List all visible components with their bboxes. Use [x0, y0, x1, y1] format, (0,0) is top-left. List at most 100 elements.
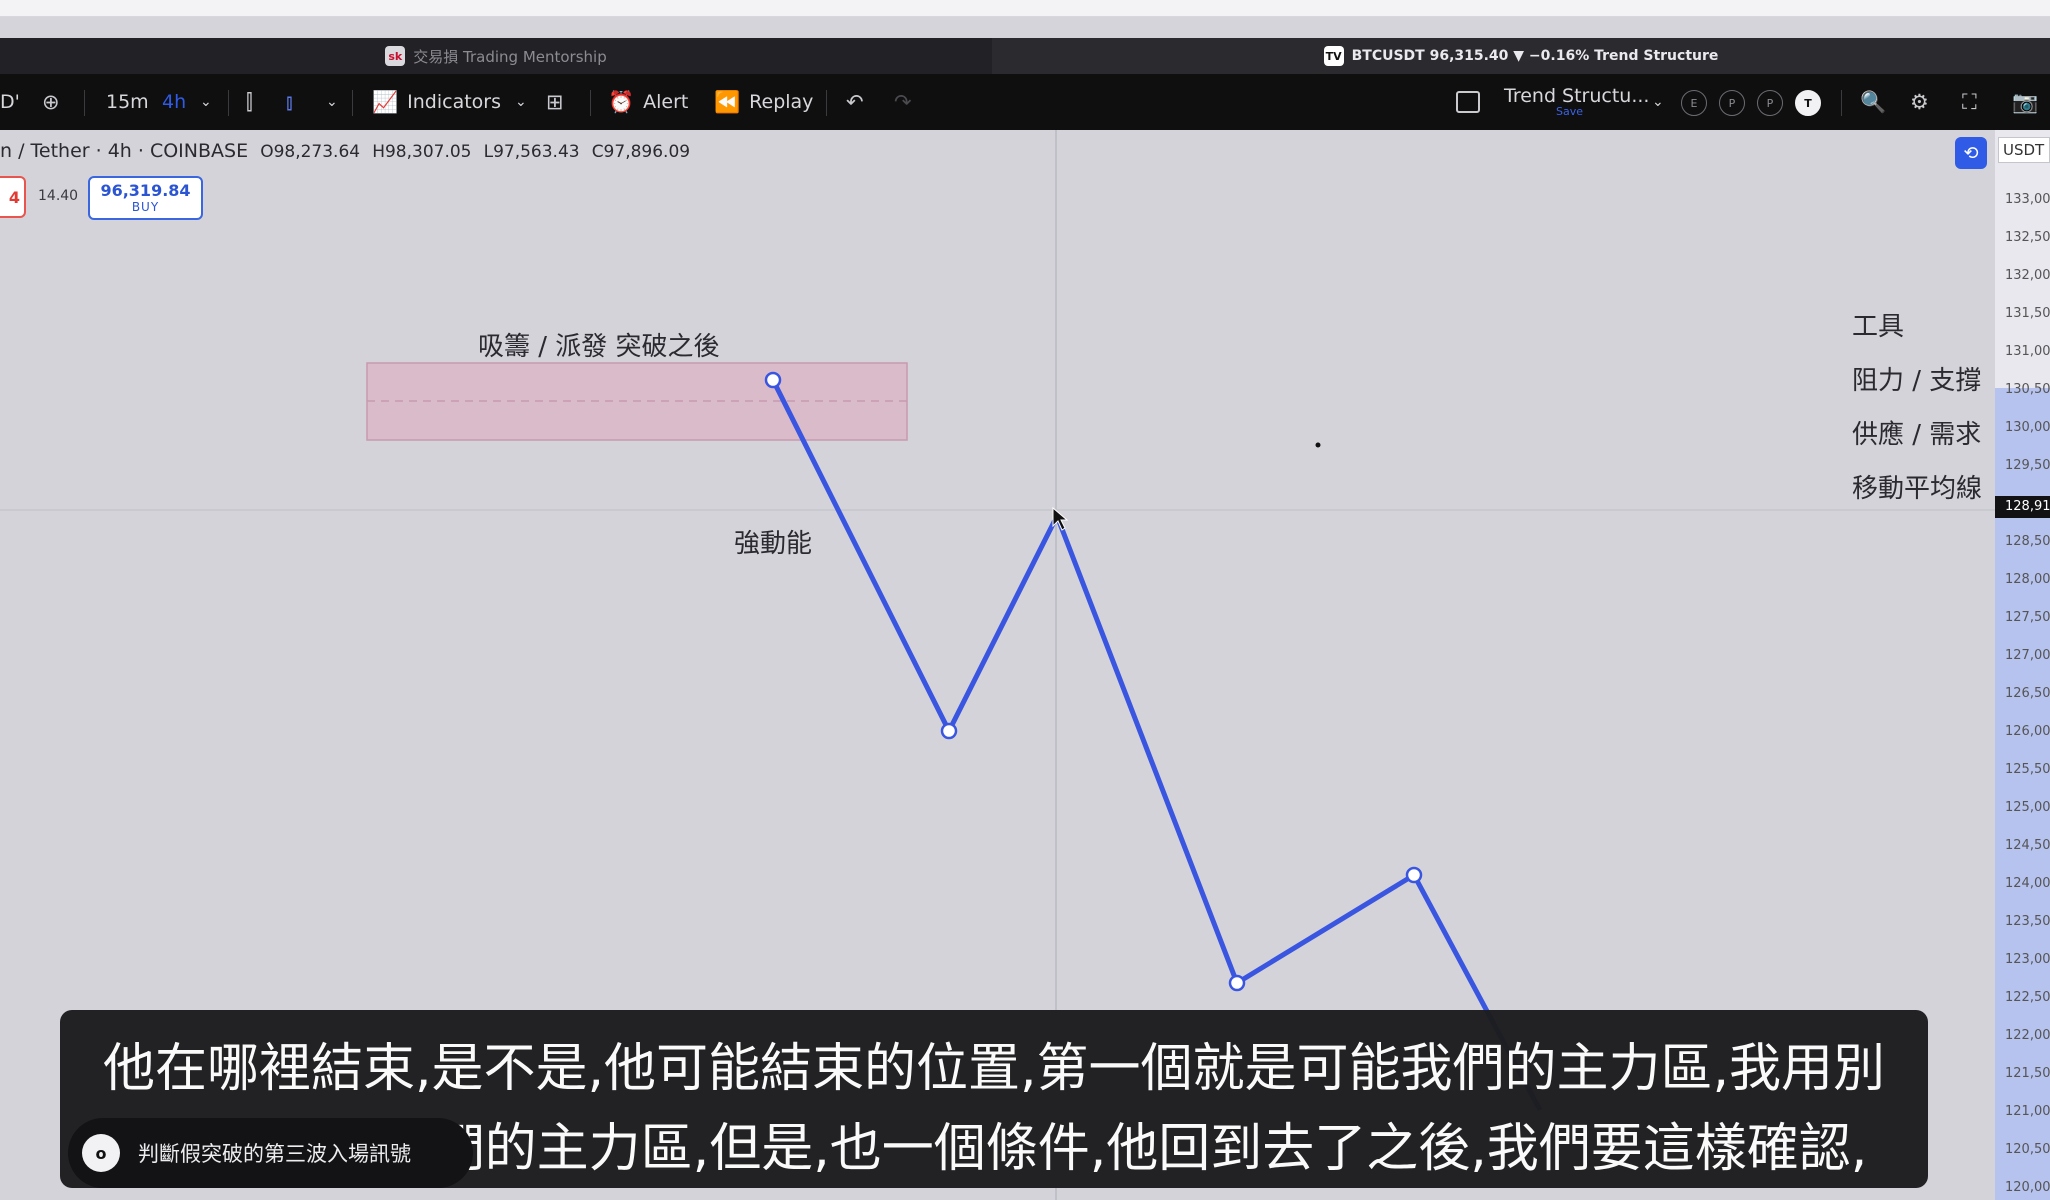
menu-item-tools[interactable]: 工具	[1852, 306, 1904, 343]
price-tick: 130,00	[2005, 420, 2050, 435]
quick-search-button[interactable]: 🔍	[1860, 74, 1895, 130]
price-tick: 122,00	[2005, 1028, 2050, 1043]
toolbar-divider	[826, 90, 827, 116]
subtitle-line-1: 他在哪裡結束,是不是,他可能結束的位置,第一個就是可能我們的主力區,我用別	[102, 1039, 1886, 1099]
zigzag-node[interactable]	[1405, 866, 1423, 884]
price-tick: 127,00	[2005, 648, 2050, 663]
bar-style-button[interactable]: ⫿	[246, 74, 262, 130]
layout-save-status: Save	[1556, 105, 1584, 118]
legend-close: C97,896.09	[591, 142, 691, 162]
price-tick: 122,50	[2005, 990, 2050, 1005]
momentum-annotation-label[interactable]: 強動能	[734, 523, 812, 560]
price-axis[interactable]: USDT 128,91 133,00 132,50 132,00 131,50 …	[1995, 130, 2050, 1200]
legend-title: n / Tether · 4h · COINBASE	[0, 140, 249, 162]
buy-label: BUY	[131, 200, 160, 214]
layout-name: Trend Structu...	[1504, 85, 1650, 107]
interval-4h-button[interactable]: 4h	[162, 74, 186, 130]
templates-button[interactable]: ⊞	[546, 74, 573, 130]
menu-item-resistance-support[interactable]: 阻力 / 支撐	[1852, 360, 1981, 397]
price-tick: 132,00	[2005, 268, 2050, 283]
badge-p-second[interactable]: P	[1757, 90, 1783, 116]
chevron-down-icon: ⌄	[515, 94, 527, 110]
bars-icon: ⫿	[246, 89, 253, 114]
browser-top-bar	[0, 0, 2050, 17]
chevron-down-icon: ⌄	[200, 94, 212, 110]
price-tick: 121,00	[2005, 1104, 2050, 1119]
spread-value: 14.40	[38, 188, 79, 204]
square-icon	[1456, 91, 1480, 113]
fullscreen-icon: ⛶	[1962, 89, 1977, 114]
legend-high: H98,307.05	[372, 142, 472, 162]
candle-style-button[interactable]: ⫾	[286, 74, 302, 130]
buy-price: 96,319.84	[100, 181, 191, 200]
compare-symbol-button[interactable]: ⊕	[42, 74, 69, 130]
mouse-cursor-icon	[1052, 506, 1069, 531]
symbol-legend[interactable]: n / Tether · 4h · COINBASE O98,273.64 H9…	[0, 140, 690, 162]
chart-style-dropdown[interactable]: ⌄	[326, 74, 338, 130]
chevron-down-icon: ⌄	[326, 94, 338, 110]
gear-icon: ⚙	[1910, 90, 1929, 114]
alarm-clock-icon: ⏰	[608, 89, 635, 114]
price-tick: 120,00	[2005, 1180, 2050, 1195]
indicators-button[interactable]: 📈 Indicators ⌄	[372, 74, 527, 130]
interval-15m-label: 15m	[106, 91, 149, 113]
user-avatar[interactable]: T	[1795, 90, 1821, 116]
tradingview-logo-icon: TV	[1323, 46, 1344, 66]
price-tick: 132,50	[2005, 230, 2050, 245]
zigzag-node[interactable]	[940, 722, 958, 740]
redo-button[interactable]: ↷	[894, 74, 921, 130]
price-tick: 123,00	[2005, 952, 2050, 967]
zigzag-node[interactable]	[764, 371, 782, 389]
legend-low: L97,563.43	[483, 142, 580, 162]
toolbar-divider	[228, 90, 229, 116]
tab-tradingview-btcusdt[interactable]: TV BTCUSDT 96,315.40 ▼ −0.16% Trend Stru…	[992, 38, 2050, 74]
legend-open: O98,273.64	[260, 142, 361, 162]
fullscreen-button[interactable]: ⛶	[1962, 74, 1986, 130]
zigzag-trend-path[interactable]	[770, 378, 1543, 1112]
buy-button[interactable]: 96,319.84 BUY	[88, 176, 203, 220]
undo-button[interactable]: ↶	[846, 74, 873, 130]
rewind-icon: ⏪	[714, 89, 741, 114]
toolbar-divider	[84, 90, 85, 116]
badge-p[interactable]: P	[1719, 90, 1745, 116]
snapshot-button[interactable]: 📷	[2012, 74, 2047, 130]
chapter-marker-icon: o	[82, 1134, 120, 1172]
badge-e[interactable]: E	[1681, 90, 1707, 116]
price-tick: 127,50	[2005, 610, 2050, 625]
chart-dot	[1315, 442, 1321, 448]
zigzag-node[interactable]	[1228, 974, 1246, 992]
sell-button[interactable]: 4	[0, 176, 26, 218]
price-tick: 120,50	[2005, 1142, 2050, 1157]
currency-label[interactable]: USDT	[1998, 137, 2050, 163]
sync-icon: ⟲	[1963, 142, 1979, 164]
interval-15m-button[interactable]: 15m	[106, 74, 149, 130]
toolbar-divider	[1841, 90, 1842, 116]
search-clock-icon: 🔍	[1860, 89, 1887, 114]
menu-item-moving-average[interactable]: 移動平均線	[1852, 468, 1982, 505]
tab-trading-mentorship[interactable]: sk 交易損 Trading Mentorship	[0, 38, 992, 74]
layout-toggle-button[interactable]	[1456, 74, 1480, 130]
settings-button[interactable]: ⚙	[1910, 74, 1938, 130]
indicators-icon: 📈	[372, 89, 399, 114]
price-tick: 130,50	[2005, 382, 2050, 397]
alert-button[interactable]: ⏰ Alert	[608, 74, 688, 130]
sync-chart-button[interactable]: ⟲	[1955, 137, 1987, 169]
candles-icon: ⫾	[286, 89, 293, 114]
replay-button[interactable]: ⏪ Replay	[714, 74, 813, 130]
price-tick: 128,50	[2005, 534, 2050, 549]
symbol-search-button[interactable]: D'	[0, 74, 20, 130]
layout-name-button[interactable]: Trend Structu... Save	[1504, 74, 1649, 130]
zone-annotation-label[interactable]: 吸籌 / 派發 突破之後	[478, 326, 720, 363]
menu-item-supply-demand[interactable]: 供應 / 需求	[1852, 414, 1981, 451]
price-tick: 125,00	[2005, 800, 2050, 815]
layout-dropdown-button[interactable]: ⌄	[1652, 74, 1664, 130]
interval-dropdown-button[interactable]: ⌄	[200, 74, 212, 130]
toolbar-divider	[352, 90, 353, 116]
chapter-title: 判斷假突破的第三波入場訊號	[138, 1142, 411, 1166]
price-tick: 125,50	[2005, 762, 2050, 777]
price-tick: 131,50	[2005, 306, 2050, 321]
browser-tabs-bar: sk 交易損 Trading Mentorship TV BTCUSDT 96,…	[0, 38, 2050, 74]
undo-icon: ↶	[846, 90, 864, 114]
current-price-label: 128,91	[2005, 499, 2050, 514]
video-chapter-chip[interactable]: o 判斷假突破的第三波入場訊號	[68, 1118, 473, 1188]
